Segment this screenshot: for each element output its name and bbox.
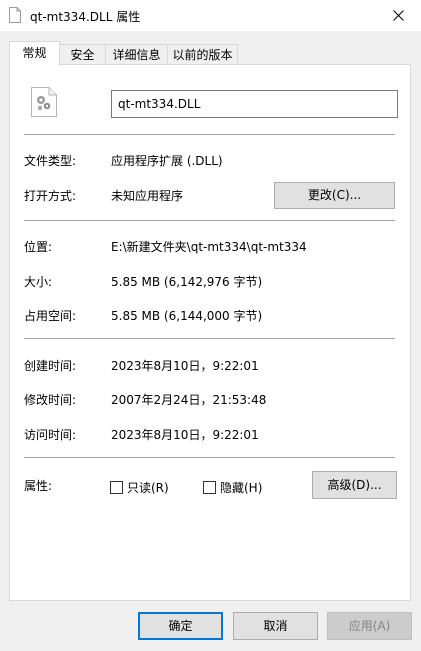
file-type-value: 应用程序扩展 (.DLL) [111,154,223,168]
advanced-button[interactable]: 高级(D)... [312,471,397,499]
separator [24,134,395,135]
ok-button[interactable]: 确定 [138,612,223,640]
hidden-label: 隐藏(H) [220,481,263,495]
readonly-checkbox-box[interactable] [110,481,123,494]
size-on-disk-label: 占用空间: [24,309,77,323]
created-value: 2023年8月10日，9:22:01 [111,359,259,373]
hidden-checkbox-box[interactable] [203,481,216,494]
size-value: 5.85 MB (6,142,976 字节) [111,275,263,289]
file-type-label: 文件类型: [24,154,77,168]
file-icon [9,7,21,23]
readonly-checkbox[interactable]: 只读(R) [110,479,169,496]
title-bar: qt-mt334.DLL 属性 [0,0,421,31]
modified-value: 2007年2月24日，21:53:48 [111,393,267,407]
dll-file-gear-icon [31,87,57,117]
opens-with-label: 打开方式: [24,189,77,203]
modified-label: 修改时间: [24,393,77,407]
separator [24,338,395,339]
tab-details[interactable]: 详细信息 [105,44,168,64]
tab-security[interactable]: 安全 [59,44,106,64]
hidden-checkbox[interactable]: 隐藏(H) [203,479,262,496]
tab-previous-versions[interactable]: 以前的版本 [167,44,238,64]
readonly-label: 只读(R) [127,481,169,495]
location-value: E:\新建文件夹\qt-mt334\qt-mt334 [111,240,307,254]
general-panel: qt-mt334.DLL 文件类型: 应用程序扩展 (.DLL) 打开方式: 未… [9,64,411,601]
location-label: 位置: [24,240,53,254]
created-label: 创建时间: [24,359,77,373]
separator [24,457,395,458]
tab-general[interactable]: 常规 [9,41,60,66]
window-title: qt-mt334.DLL 属性 [30,10,141,24]
size-label: 大小: [24,275,53,289]
apply-button[interactable]: 应用(A) [327,612,412,640]
accessed-value: 2023年8月10日，9:22:01 [111,428,259,442]
file-name-input[interactable]: qt-mt334.DLL [111,90,398,118]
accessed-label: 访问时间: [24,428,77,442]
close-icon [392,10,404,21]
cancel-button[interactable]: 取消 [233,612,318,640]
change-button[interactable]: 更改(C)... [274,182,395,209]
size-on-disk-value: 5.85 MB (6,144,000 字节) [111,309,263,323]
attributes-label: 属性: [24,479,53,493]
close-button[interactable] [375,0,421,31]
opens-with-value: 未知应用程序 [111,189,184,203]
separator [24,220,395,221]
